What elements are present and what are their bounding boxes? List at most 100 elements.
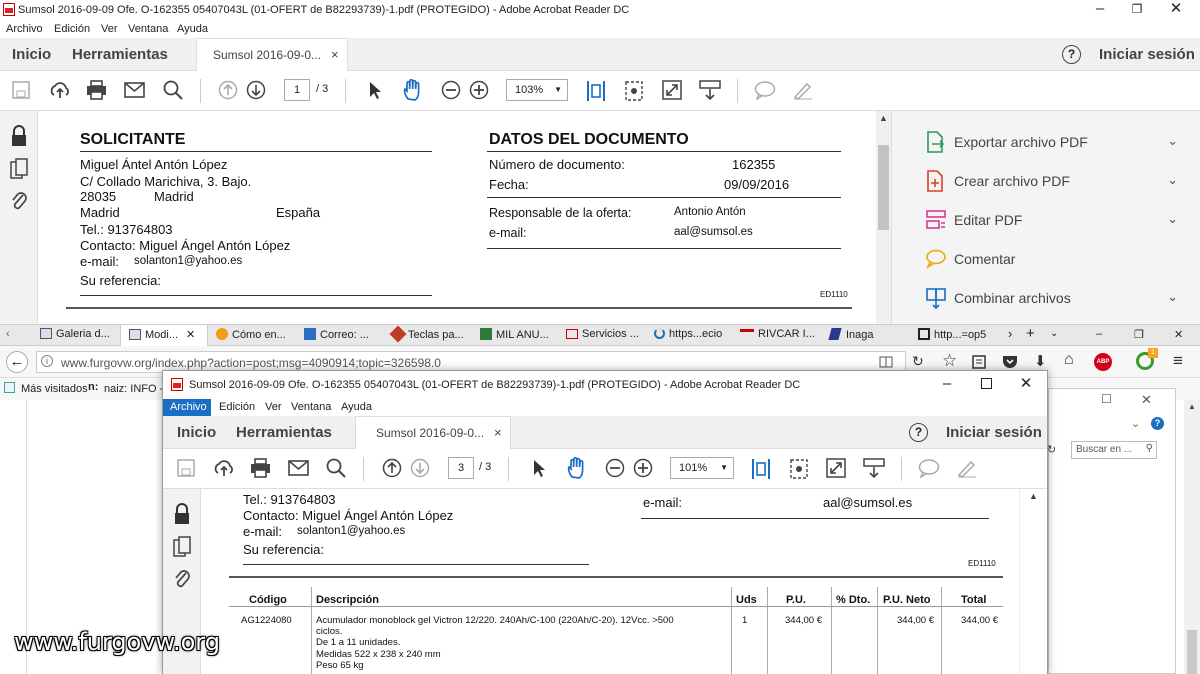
chevron-down-icon[interactable]: ⌄ (1167, 211, 1178, 227)
page-up-icon[interactable] (218, 80, 238, 100)
tab-herramientas[interactable]: Herramientas (236, 424, 332, 441)
scroll-up-icon[interactable]: ▲ (1188, 402, 1196, 411)
pen-icon[interactable] (956, 458, 978, 478)
restore-button[interactable]: ☐ (1101, 392, 1112, 406)
menu-archivo[interactable]: Archivo (163, 399, 211, 416)
firefox-tab[interactable]: http...=op5 (918, 328, 986, 341)
home-icon[interactable]: ⌂ (1064, 351, 1074, 369)
firefox-tab[interactable]: https...ecio (654, 328, 722, 340)
read-mode-icon[interactable] (699, 79, 721, 101)
pages-icon[interactable] (173, 536, 191, 558)
fit-page-icon[interactable] (586, 79, 606, 103)
tab-list-chevron-icon[interactable]: ⌄ (1050, 328, 1058, 339)
firefox-tab[interactable]: Teclas pa... (389, 325, 464, 343)
bookmark-naiz[interactable]: naiz: INFO - (104, 383, 163, 395)
tab-document[interactable]: Sumsol 2016-09-0... × (196, 38, 348, 71)
hamburger-menu-icon[interactable]: ≡ (1173, 351, 1183, 371)
close-window-button[interactable]: ✕ (1016, 376, 1036, 391)
select-cursor-icon[interactable] (369, 81, 383, 100)
page-number-input[interactable]: 3 (448, 457, 474, 479)
signin-link[interactable]: Iniciar sesión (946, 424, 1042, 441)
rotate-view-icon[interactable] (624, 80, 644, 102)
tab-document[interactable]: Sumsol 2016-09-0... × (355, 416, 511, 449)
new-tab-icon[interactable]: + (1026, 325, 1035, 342)
page-number-input[interactable]: 1 (284, 79, 310, 101)
minimize-button[interactable]: – (1090, 1, 1110, 16)
mail-icon[interactable] (288, 460, 309, 476)
close-window-button[interactable]: ✕ (1141, 392, 1152, 408)
print-icon[interactable] (86, 80, 107, 100)
search-icon[interactable] (163, 80, 183, 100)
edit-pdf-item[interactable]: Editar PDF (954, 212, 1022, 228)
url-text[interactable]: www.furgovw.org/index.php?action=post;ms… (61, 356, 441, 370)
firefox-tab[interactable]: Inaga (828, 328, 874, 341)
menu-ayuda[interactable]: Ayuda (341, 401, 372, 413)
tab-close-icon[interactable]: × (331, 47, 339, 62)
help-icon[interactable]: ? (1062, 45, 1081, 64)
fit-page-icon[interactable] (751, 457, 771, 481)
zoom-in-icon[interactable] (633, 458, 653, 478)
menu-ver[interactable]: Ver (265, 401, 282, 413)
help-icon[interactable]: ? (1151, 417, 1164, 430)
close-window-button[interactable]: ✕ (1174, 328, 1183, 341)
menu-edicion[interactable]: Edición (54, 23, 90, 35)
tabs-scroll-left-icon[interactable]: ‹ (6, 328, 10, 340)
download-icon[interactable]: ⬇ (1034, 352, 1047, 370)
fullscreen-icon[interactable] (662, 80, 682, 100)
pen-icon[interactable] (792, 80, 814, 100)
window-search-input[interactable]: Buscar en ... ⚲ (1071, 441, 1157, 459)
firefox-tab[interactable]: Correo: ... (304, 328, 369, 341)
comment-item[interactable]: Comentar (954, 251, 1015, 267)
zoom-in-icon[interactable] (469, 80, 489, 100)
pocket-icon[interactable] (1002, 354, 1018, 370)
zoom-select[interactable]: 101% ▼ (670, 457, 734, 479)
minimize-button[interactable]: – (937, 376, 957, 391)
comment-icon[interactable] (754, 80, 776, 100)
refresh-icon[interactable]: ↻ (1047, 443, 1056, 456)
page-up-icon[interactable] (382, 458, 402, 478)
page-scrollbar[interactable]: ▲ (1184, 400, 1200, 674)
menu-ventana[interactable]: Ventana (128, 23, 168, 35)
menu-ayuda[interactable]: Ayuda (177, 23, 208, 35)
mail-icon[interactable] (124, 82, 145, 98)
reader-view-icon[interactable] (879, 356, 893, 368)
pages-icon[interactable] (10, 158, 28, 180)
firefox-tab[interactable]: Galeria d... (40, 328, 110, 340)
back-arrow-icon[interactable]: ← (6, 351, 28, 373)
restore-button[interactable]: ❐ (1134, 328, 1144, 341)
export-pdf-item[interactable]: Exportar archivo PDF (954, 134, 1088, 150)
attachment-icon[interactable] (173, 567, 191, 591)
create-pdf-item[interactable]: Crear archivo PDF (954, 173, 1070, 189)
firefox-tab[interactable]: RIVCAR I... (740, 328, 815, 340)
adblock-icon[interactable]: ABP (1094, 353, 1112, 371)
menu-edicion[interactable]: Edición (219, 401, 255, 413)
zoom-select[interactable]: 103% ▼ (506, 79, 568, 101)
read-mode-icon[interactable] (863, 457, 885, 479)
tabs-scroll-right-icon[interactable]: › (1008, 326, 1012, 341)
back-scrollbar[interactable]: ▲ (876, 111, 891, 324)
scroll-thumb[interactable] (878, 145, 889, 230)
tab-inicio[interactable]: Inicio (177, 424, 216, 441)
menu-ver[interactable]: Ver (101, 23, 118, 35)
scroll-thumb[interactable] (1187, 630, 1197, 674)
hand-tool-icon[interactable] (566, 457, 588, 479)
chevron-down-icon[interactable]: ⌄ (1167, 172, 1178, 188)
rotate-view-icon[interactable] (789, 458, 809, 480)
save-icon[interactable] (12, 81, 30, 99)
comment-icon[interactable] (918, 458, 940, 478)
chevron-down-icon[interactable]: ⌄ (1167, 133, 1178, 149)
menu-ventana[interactable]: Ventana (291, 401, 331, 413)
upload-cloud-icon[interactable] (213, 458, 235, 478)
search-icon[interactable] (326, 458, 346, 478)
signin-link[interactable]: Iniciar sesión (1099, 46, 1195, 63)
upload-cloud-icon[interactable] (49, 80, 71, 100)
front-scrollbar[interactable]: ▲ (1019, 489, 1047, 674)
firefox-tab[interactable]: MIL ANU... (480, 328, 549, 341)
zoom-out-icon[interactable] (441, 80, 461, 100)
bookmark-most-visited[interactable]: Más visitados (21, 383, 88, 395)
bookmarks-menu-icon[interactable] (972, 354, 986, 370)
chevron-down-icon[interactable]: ⌄ (1167, 289, 1178, 305)
tab-close-icon[interactable]: ✕ (186, 329, 195, 341)
reload-icon[interactable]: ↻ (912, 353, 924, 370)
firefox-tab-active[interactable]: Modi... ✕ (120, 325, 208, 346)
